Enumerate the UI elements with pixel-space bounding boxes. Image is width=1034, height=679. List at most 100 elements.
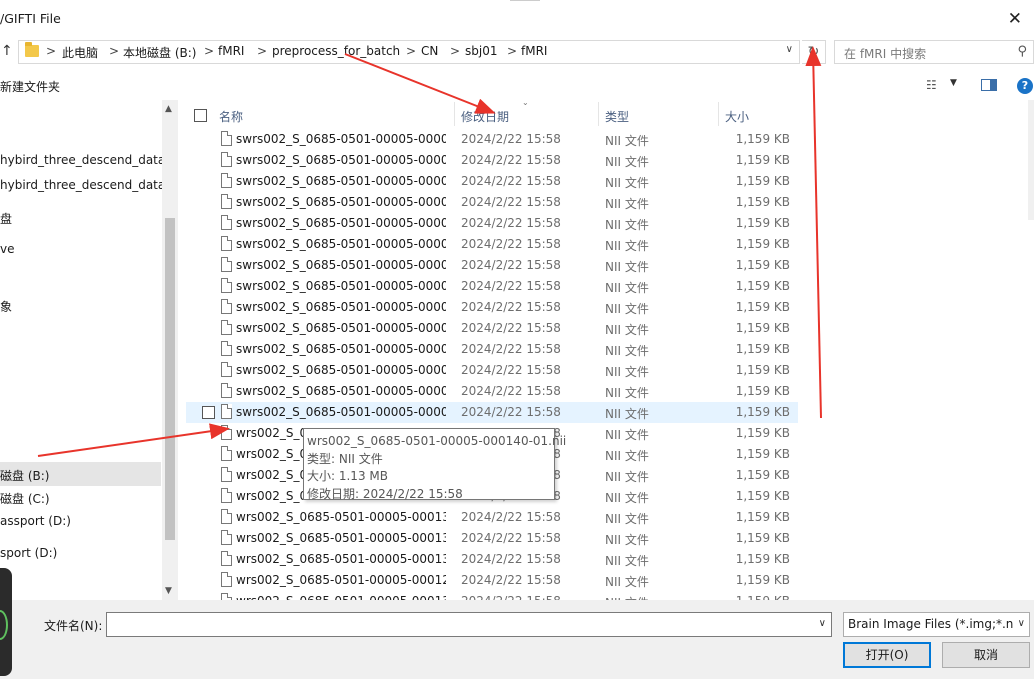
- scroll-up-icon[interactable]: ▲: [165, 104, 172, 114]
- file-date: 2024/2/22 15:58: [461, 552, 561, 566]
- filename-dropdown-icon[interactable]: ∨: [819, 618, 826, 629]
- file-size: 1,159 KB: [735, 384, 790, 398]
- cancel-button[interactable]: 取消: [942, 642, 1030, 668]
- address-bar[interactable]: > 此电脑 > 本地磁盘 (B:) > fMRI > preprocess_fo…: [18, 40, 800, 64]
- file-date: 2024/2/22 15:58: [461, 342, 561, 356]
- nav-scroll-thumb[interactable]: [165, 218, 175, 540]
- file-row[interactable]: swrs002_S_0685-0501-00005-0000... 2024/2/…: [186, 192, 798, 213]
- nav-item-drive-c[interactable]: 磁盘 (C:): [0, 490, 50, 507]
- breadcrumb-preprocess[interactable]: preprocess_for_batch: [272, 44, 400, 58]
- file-icon: [221, 593, 232, 600]
- column-divider[interactable]: [718, 102, 719, 126]
- breadcrumb-separator[interactable]: >: [406, 44, 416, 58]
- file-name: swrs002_S_0685-0501-00005-0000...: [236, 405, 446, 419]
- file-row[interactable]: swrs002_S_0685-0501-00005-0000... 2024/2/…: [186, 150, 798, 171]
- address-row: ↑ > 此电脑 > 本地磁盘 (B:) > fMRI > preprocess_…: [0, 40, 1034, 64]
- file-row[interactable]: swrs002_S_0685-0501-00005-0000... 2024/2/…: [186, 171, 798, 192]
- refresh-button[interactable]: ↻: [802, 40, 826, 64]
- file-row[interactable]: swrs002_S_0685-0501-00005-0000... 2024/2/…: [186, 234, 798, 255]
- open-button[interactable]: 打开(O): [843, 642, 931, 668]
- file-icon: [221, 152, 232, 167]
- file-date: 2024/2/22 15:58: [461, 174, 561, 188]
- column-header-type[interactable]: 类型: [605, 108, 629, 125]
- file-row[interactable]: wrs002_S_0685-0501-00005-00013...2024/2/…: [186, 507, 798, 528]
- help-icon[interactable]: ?: [1017, 78, 1033, 94]
- file-icon: [221, 257, 232, 272]
- nav-scrollbar[interactable]: ▲ ▼: [162, 100, 178, 600]
- nav-item-passport-d-1[interactable]: assport (D:): [0, 514, 71, 528]
- file-type-filter[interactable]: Brain Image Files (*.img;*.nii; ∨: [843, 612, 1030, 637]
- breadcrumb-drive-b[interactable]: 本地磁盘 (B:): [123, 44, 196, 61]
- nav-item-disk[interactable]: 盘: [0, 210, 12, 227]
- file-row[interactable]: swrs002_S_0685-0501-00005-0000... 2024/2/…: [186, 402, 798, 423]
- nav-item-hybird-data-2[interactable]: hybird_three_descend_data: [0, 178, 165, 192]
- close-icon[interactable]: ✕: [1008, 9, 1022, 29]
- nav-item-drive[interactable]: ve: [0, 242, 14, 256]
- file-row[interactable]: swrs002_S_0685-0501-00005-0000... 2024/2/…: [186, 297, 798, 318]
- column-divider[interactable]: [598, 102, 599, 126]
- file-date: 2024/2/22 15:58: [461, 216, 561, 230]
- file-name: swrs002_S_0685-0501-00005-0000...: [236, 321, 446, 335]
- filename-input[interactable]: ∨: [106, 612, 832, 637]
- view-options-icon[interactable]: ☷: [926, 78, 937, 92]
- address-dropdown-icon[interactable]: ∨: [786, 44, 793, 55]
- file-row[interactable]: swrs002_S_0685-0501-00005-0000... 2024/2/…: [186, 255, 798, 276]
- breadcrumb-separator[interactable]: >: [507, 44, 517, 58]
- file-row[interactable]: swrs002_S_0685-0501-00005-0000... 2024/2/…: [186, 339, 798, 360]
- column-header-date[interactable]: 修改日期: [461, 108, 509, 125]
- desktop-gadget: [0, 568, 12, 676]
- breadcrumb-cn[interactable]: CN: [421, 44, 438, 58]
- file-row[interactable]: swrs002_S_0685-0501-00005-0000... 2024/2/…: [186, 381, 798, 402]
- file-row[interactable]: wrs002_S_0685-0501-00005-00012... 2024/2/…: [186, 570, 798, 591]
- breadcrumb-separator[interactable]: >: [46, 44, 56, 58]
- nav-item-drive-b[interactable]: 磁盘 (B:): [0, 467, 49, 484]
- search-icon[interactable]: ⚲: [1017, 44, 1027, 59]
- column-header-size[interactable]: 大小: [725, 108, 749, 125]
- file-row[interactable]: swrs002_S_0685-0501-00005-0000... 2024/2/…: [186, 276, 798, 297]
- preview-pane-icon[interactable]: [981, 79, 997, 91]
- column-divider[interactable]: [454, 102, 455, 126]
- file-size: 1,159 KB: [735, 510, 790, 524]
- folder-icon: [25, 42, 39, 57]
- new-folder-button[interactable]: 新建文件夹: [0, 78, 60, 95]
- breadcrumb-fmri[interactable]: fMRI: [218, 44, 244, 58]
- search-placeholder: 在 fMRI 中搜索: [844, 47, 927, 61]
- breadcrumb-separator[interactable]: >: [257, 44, 267, 58]
- window-title: /GIFTI File: [0, 11, 61, 26]
- row-checkbox[interactable]: [202, 406, 215, 419]
- file-row[interactable]: wrs002_S_0685-0501-00005-00013...2024/2/…: [186, 528, 798, 549]
- file-row[interactable]: swrs002_S_0685-0501-00005-0000... 2024/2/…: [186, 129, 798, 150]
- file-icon: [221, 236, 232, 251]
- breadcrumb-separator[interactable]: >: [109, 44, 119, 58]
- tooltip-size: 大小: 1.13 MB: [307, 469, 388, 483]
- file-row[interactable]: swrs002_S_0685-0501-00005-0000... 2024/2/…: [186, 360, 798, 381]
- right-scrollbar[interactable]: [1028, 100, 1034, 220]
- file-row[interactable]: swrs002_S_0685-0501-00005-0000... 2024/2/…: [186, 318, 798, 339]
- file-row[interactable]: swrs002_S_0685-0501-00005-0000... 2024/2/…: [186, 213, 798, 234]
- breadcrumb-separator[interactable]: >: [450, 44, 460, 58]
- column-header-name[interactable]: 名称: [219, 108, 243, 125]
- up-arrow-icon[interactable]: ↑: [1, 43, 13, 59]
- filter-dropdown-icon[interactable]: ∨: [1018, 618, 1025, 629]
- nav-item-passport-d-2[interactable]: sport (D:): [0, 546, 57, 560]
- view-dropdown-icon[interactable]: ▼: [950, 78, 957, 88]
- file-type: NII 文件: [605, 407, 649, 421]
- tooltip-date: 修改日期: 2024/2/22 15:58: [307, 486, 463, 501]
- file-name: swrs002_S_0685-0501-00005-0000...: [236, 237, 446, 251]
- breadcrumb-sbj01[interactable]: sbj01: [465, 44, 497, 58]
- scroll-down-icon[interactable]: ▼: [165, 586, 172, 596]
- breadcrumb-fmri-current[interactable]: fMRI: [521, 44, 547, 58]
- select-all-checkbox[interactable]: [194, 109, 207, 122]
- file-row[interactable]: wrs002_S_0685-0501-00005-00013...2024/2/…: [186, 591, 798, 600]
- nav-item-objects[interactable]: 象: [0, 298, 12, 315]
- breadcrumb-this-pc[interactable]: 此电脑: [62, 44, 98, 61]
- search-box[interactable]: 在 fMRI 中搜索 ⚲: [834, 40, 1034, 64]
- breadcrumb-separator[interactable]: >: [204, 44, 214, 58]
- file-type: NII 文件: [605, 260, 649, 274]
- file-icon: [221, 341, 232, 356]
- file-size: 1,159 KB: [735, 300, 790, 314]
- file-row[interactable]: wrs002_S_0685-0501-00005-00013...2024/2/…: [186, 549, 798, 570]
- file-date: 2024/2/22 15:58: [461, 258, 561, 272]
- nav-item-hybird-data-1[interactable]: hybird_three_descend_data: [0, 153, 165, 167]
- file-type: NII 文件: [605, 554, 649, 568]
